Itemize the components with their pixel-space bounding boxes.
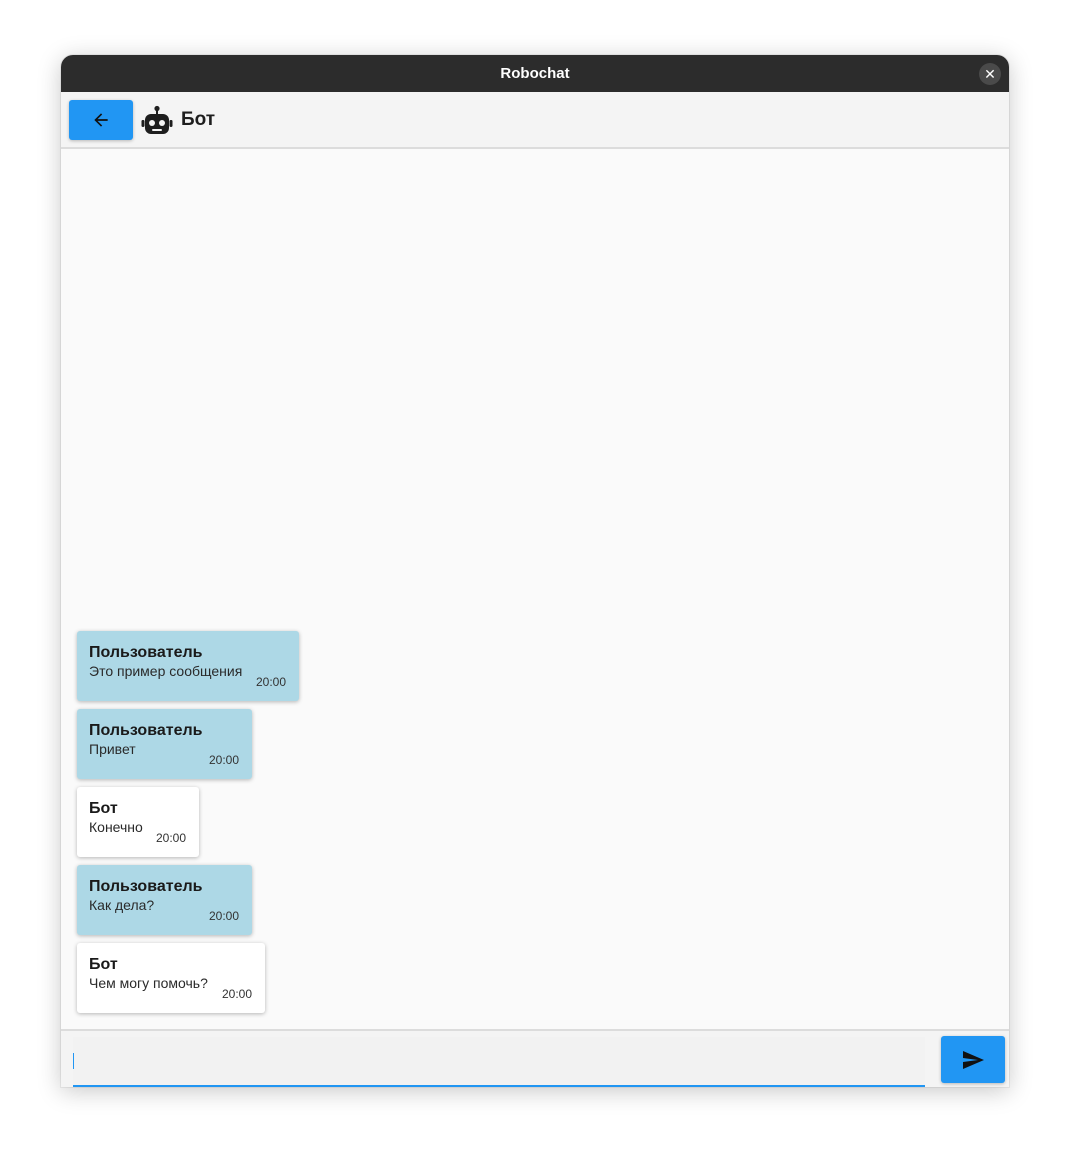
- message-author: Пользователь: [89, 722, 203, 739]
- arrow-left-icon: [94, 113, 108, 127]
- message-bubble: Бот Чем могу помочь? 20:00: [77, 943, 265, 1013]
- message-time: 20:00: [208, 909, 239, 923]
- chat-header: Бот: [61, 92, 1009, 149]
- send-icon: [963, 1050, 984, 1069]
- text-caret: [73, 1053, 74, 1069]
- close-icon: ✕: [984, 66, 996, 82]
- message-time: 20:00: [208, 753, 239, 767]
- robot-icon: [141, 105, 173, 134]
- message-time: 20:00: [155, 831, 186, 845]
- chat-title: Бот: [181, 109, 216, 130]
- message-author: Пользователь: [89, 878, 203, 895]
- message-author: Пользователь: [89, 644, 203, 661]
- message-list[interactable]: Пользователь Это пример сообщения 20:00 …: [61, 149, 1009, 1029]
- message-input[interactable]: [73, 1037, 925, 1087]
- message-time: 20:00: [221, 987, 252, 1001]
- message-bubble: Пользователь Это пример сообщения 20:00: [77, 631, 299, 701]
- message-bubble: Пользователь Привет 20:00: [77, 709, 252, 779]
- back-button[interactable]: [69, 100, 133, 140]
- message-time: 20:00: [255, 675, 286, 689]
- close-button[interactable]: ✕: [979, 63, 1001, 85]
- window-titlebar[interactable]: Robochat ✕: [61, 55, 1009, 92]
- message-author: Бот: [89, 956, 118, 973]
- send-button[interactable]: [941, 1036, 1005, 1083]
- message-bubble: Пользователь Как дела? 20:00: [77, 865, 252, 935]
- window-title: Robochat: [500, 65, 570, 82]
- message-bubble: Бот Конечно 20:00: [77, 787, 199, 857]
- app-window: Robochat ✕ Бот Пользователь Это пример с…: [61, 55, 1009, 1087]
- message-author: Бот: [89, 800, 118, 817]
- message-composer: [61, 1029, 1009, 1087]
